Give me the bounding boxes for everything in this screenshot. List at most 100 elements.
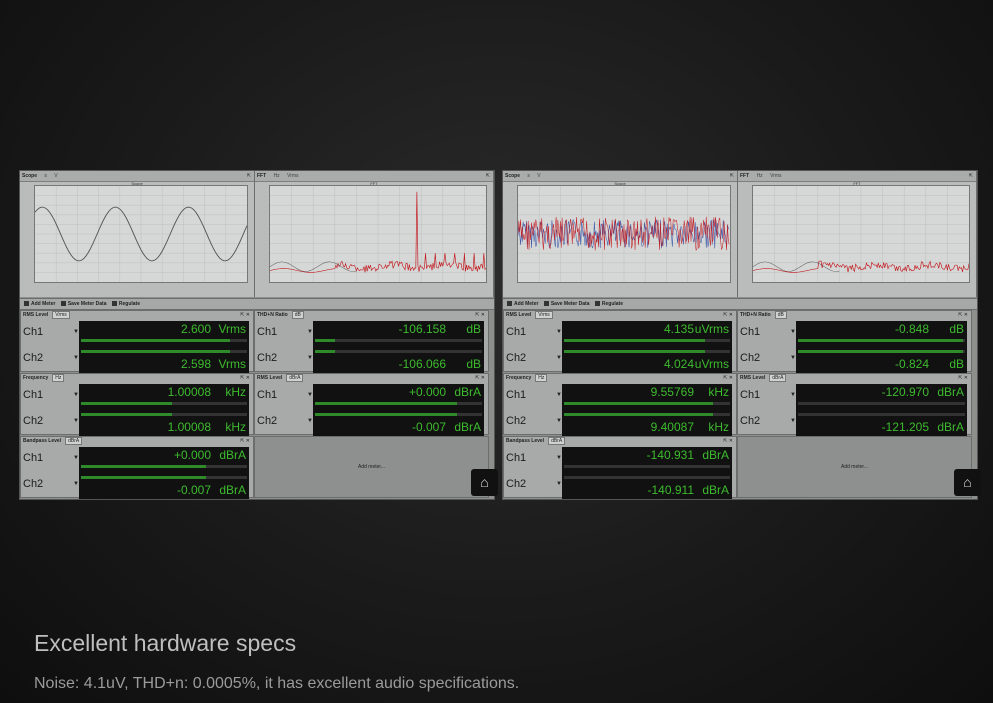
add-meter-button[interactable]: Add Meter: [507, 301, 538, 307]
expand-icon[interactable]: ⇱: [730, 171, 734, 181]
meter-unit-select[interactable]: dB: [774, 311, 787, 319]
channel-label[interactable]: Ch2: [740, 415, 760, 427]
fft-plot-area[interactable]: [269, 185, 487, 283]
close-icon[interactable]: ⇱ ✕: [958, 374, 968, 383]
channel-label[interactable]: Ch1: [257, 389, 277, 401]
save-meter-data-button[interactable]: Save Meter Data: [60, 301, 106, 307]
channel-1-row: Ch1 ▼ 4.135 uVrms: [504, 321, 736, 347]
meter-toolbar: Add Meter Save Meter Data Regulate: [503, 298, 977, 310]
meter-unit-select[interactable]: dBrA: [548, 437, 566, 445]
channel-label[interactable]: Ch1: [506, 389, 526, 401]
channel-label[interactable]: Ch2: [23, 478, 43, 490]
channel-label[interactable]: Ch2: [506, 478, 526, 490]
readout-display: 9.55769 kHz: [562, 384, 732, 410]
readout-value: 2.598: [180, 357, 211, 371]
scope-graph[interactable]: Scope s V ⇱ Scope: [503, 171, 738, 297]
meter-header: RMS Level Vrms ⇱ ✕: [21, 311, 253, 320]
scope-x-unit-select[interactable]: s: [44, 171, 47, 181]
fft-x-unit-select[interactable]: Hz: [757, 171, 763, 181]
meter-unit-select[interactable]: dBrA: [769, 374, 787, 382]
readout-value: -0.848: [894, 322, 929, 336]
fft-graph[interactable]: FFT Hz Vrms ⇱ FFT: [738, 171, 977, 297]
meter-unit-select[interactable]: Hz: [52, 374, 65, 382]
close-icon[interactable]: ⇱ ✕: [240, 374, 250, 383]
add-meter-button[interactable]: Add Meter: [24, 301, 55, 307]
readout-value: -106.066: [398, 357, 446, 371]
add-meter-placeholder[interactable]: Add meter... ⌂: [737, 436, 981, 498]
readout-display: -0.007 dBrA: [313, 410, 484, 436]
channel-label[interactable]: Ch1: [23, 389, 43, 401]
channel-label[interactable]: Ch2: [257, 352, 277, 364]
scope-y-unit-select[interactable]: V: [537, 171, 540, 181]
add-meter-placeholder[interactable]: Add meter... ⌂: [254, 436, 498, 498]
level-bar: [81, 339, 230, 342]
channel-label[interactable]: Ch2: [740, 352, 760, 364]
meter-thd: THD+N Ratio dB ⇱ ✕ Ch1 ▼ -0.848 dB Ch2 ▼ -0.824 dB: [737, 310, 972, 373]
fft-y-unit-select[interactable]: Vrms: [770, 171, 781, 181]
readout-value: 9.55769: [650, 385, 694, 399]
close-icon[interactable]: ⇱ ✕: [723, 311, 733, 320]
close-icon[interactable]: ⇱ ✕: [958, 311, 968, 320]
meter-header: Bandpass Level dBrA ⇱ ✕: [21, 437, 253, 446]
channel-2-row: Ch2 ▼ -0.007 dBrA: [255, 410, 488, 436]
meter-unit-select[interactable]: Vrms: [52, 311, 70, 319]
scope-plot-area[interactable]: [34, 185, 248, 283]
channel-label[interactable]: Ch1: [506, 326, 526, 338]
level-bar-track: [315, 350, 482, 353]
channel-label[interactable]: Ch1: [23, 326, 43, 338]
level-bar: [81, 413, 172, 416]
close-icon[interactable]: ⇱ ✕: [240, 437, 250, 446]
readout-unit: kHz: [225, 420, 246, 434]
meter-header: RMS Level Vrms ⇱ ✕: [504, 311, 736, 320]
channel-label[interactable]: Ch1: [740, 326, 760, 338]
readout-display: -0.007 dBrA: [79, 473, 249, 499]
close-icon[interactable]: ⇱ ✕: [723, 374, 733, 383]
channel-label[interactable]: Ch2: [506, 415, 526, 427]
scope-y-unit-select[interactable]: V: [54, 171, 57, 181]
regulate-icon: [111, 301, 117, 307]
meter-header: RMS Level dBrA ⇱ ✕: [255, 374, 488, 383]
meter-freq: Frequency Hz ⇱ ✕ Ch1 ▼ 1.00008 kHz Ch2 ▼ 1.00008 k…: [20, 373, 254, 436]
expand-icon[interactable]: ⇱: [486, 171, 490, 181]
meter-unit-select[interactable]: Hz: [535, 374, 548, 382]
regulate-button[interactable]: Regulate: [594, 301, 623, 307]
regulate-button[interactable]: Regulate: [111, 301, 140, 307]
level-bar-track: [798, 413, 965, 416]
channel-label[interactable]: Ch2: [23, 352, 43, 364]
channel-label[interactable]: Ch1: [257, 326, 277, 338]
close-icon[interactable]: ⇱ ✕: [723, 437, 733, 446]
level-bar: [315, 402, 457, 405]
expand-icon[interactable]: ⇱: [247, 171, 251, 181]
scope-x-unit-select[interactable]: s: [527, 171, 530, 181]
meter-unit-select[interactable]: dBrA: [65, 437, 83, 445]
meter-unit-select[interactable]: dB: [291, 311, 304, 319]
close-icon[interactable]: ⇱ ✕: [240, 311, 250, 320]
meter-unit-select[interactable]: Vrms: [535, 311, 553, 319]
fft-graph[interactable]: FFT Hz Vrms ⇱ FFT: [255, 171, 494, 297]
scope-plot-area[interactable]: [517, 185, 731, 283]
scope-graph[interactable]: Scope s V ⇱ Scope: [20, 171, 255, 297]
channel-2-row: Ch2 ▼ -106.066 dB: [255, 347, 488, 373]
fft-y-unit-select[interactable]: Vrms: [287, 171, 298, 181]
channel-label[interactable]: Ch2: [257, 415, 277, 427]
level-bar: [564, 350, 705, 353]
expand-icon[interactable]: ⇱: [969, 171, 973, 181]
close-icon[interactable]: ⇱ ✕: [475, 311, 485, 320]
channel-label[interactable]: Ch1: [506, 452, 526, 464]
right-analyzer-panel: Scope s V ⇱ Scope FFT Hz Vrms ⇱ FFT Add: [502, 170, 981, 500]
channel-label[interactable]: Ch2: [506, 352, 526, 364]
channel-2-row: Ch2 ▼ 4.024 uVrms: [504, 347, 736, 373]
fft-plot-area[interactable]: [752, 185, 970, 283]
readout-unit: Vrms: [218, 357, 246, 371]
fft-x-unit-select[interactable]: Hz: [274, 171, 280, 181]
meter-unit-select[interactable]: dBrA: [286, 374, 304, 382]
channel-label[interactable]: Ch2: [23, 415, 43, 427]
channel-label[interactable]: Ch1: [740, 389, 760, 401]
save-meter-data-button[interactable]: Save Meter Data: [543, 301, 589, 307]
readout-display: 9.40087 kHz: [562, 410, 732, 436]
channel-label[interactable]: Ch1: [23, 452, 43, 464]
level-bar: [81, 465, 206, 468]
close-icon[interactable]: ⇱ ✕: [475, 374, 485, 383]
meter-title: THD+N Ratio: [740, 312, 771, 318]
readout-value: -140.911: [647, 483, 694, 497]
